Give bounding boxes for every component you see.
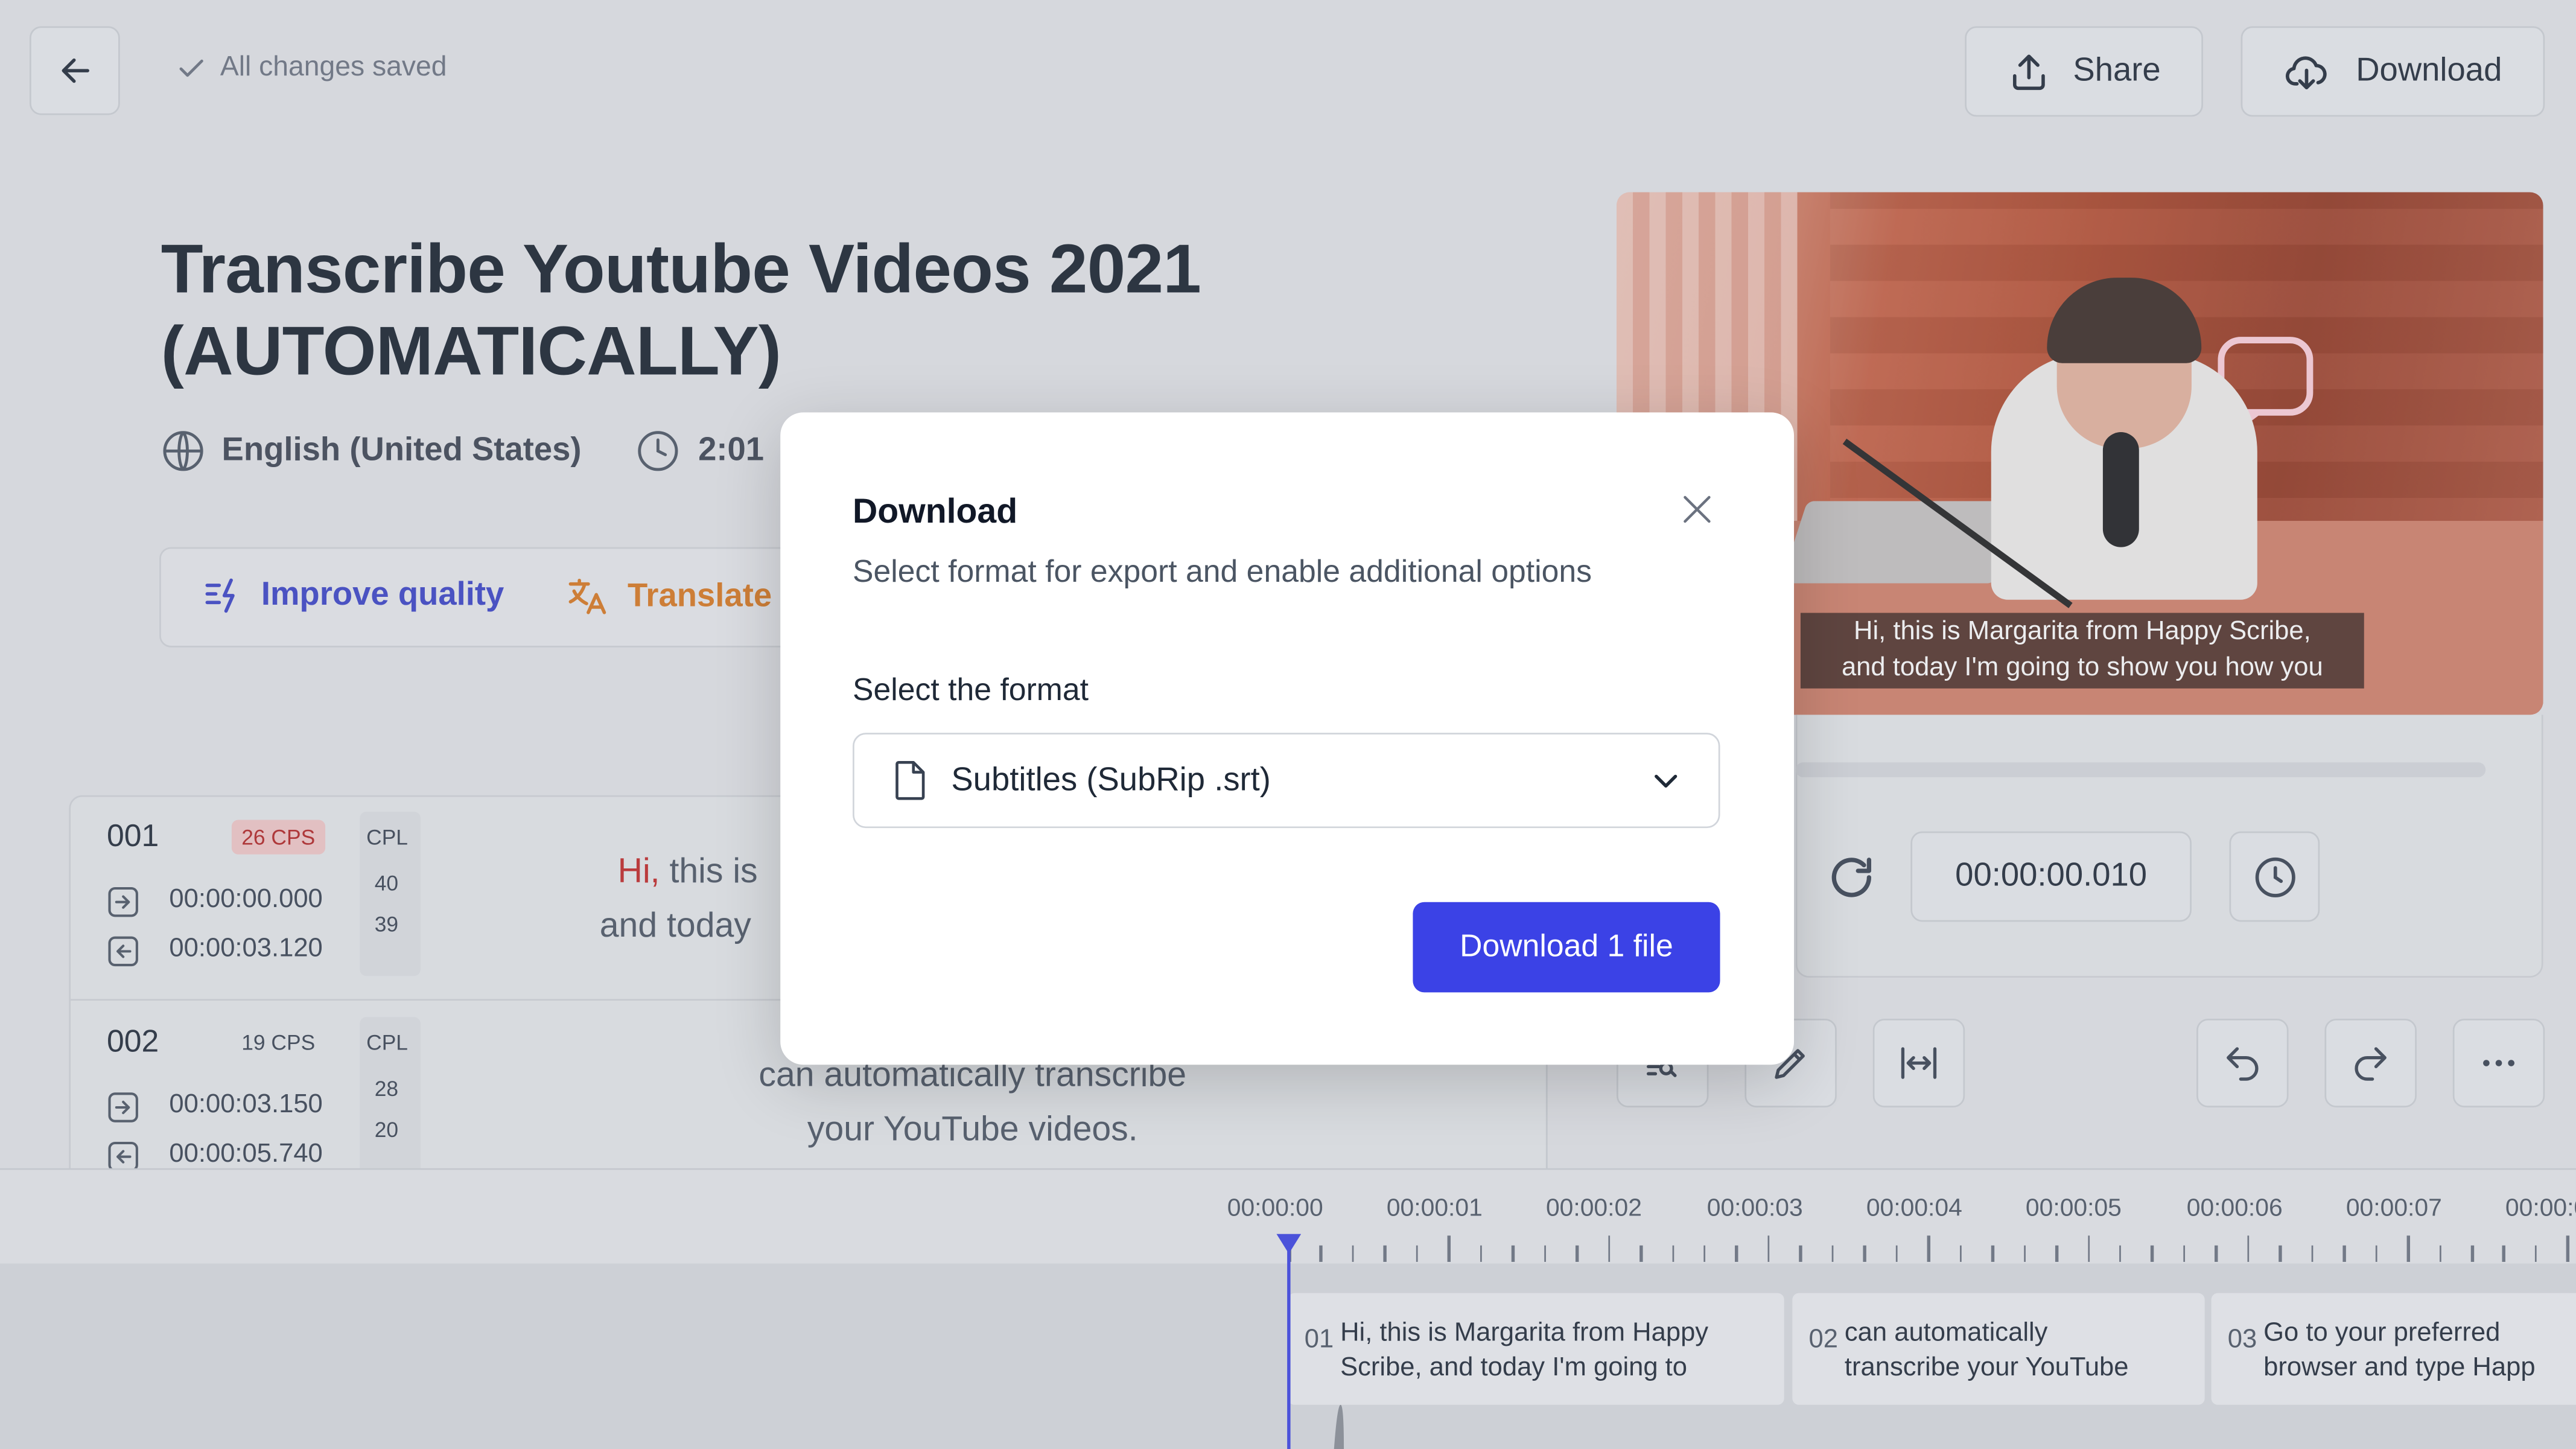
modal-subtitle: Select format for export and enable addi… (853, 555, 1592, 590)
format-label: Select the format (853, 674, 1089, 709)
close-icon[interactable] (1679, 491, 1715, 527)
chevron-down-icon (1655, 774, 1678, 788)
editor-stage: All changes saved Share Download Transcr… (0, 0, 2576, 1449)
format-value: Subtitles (SubRip .srt) (951, 761, 1271, 798)
file-icon (895, 760, 925, 800)
format-select[interactable]: Subtitles (SubRip .srt) (853, 733, 1720, 829)
modal-title: Download (853, 492, 1018, 531)
download-modal: Download Select format for export and en… (780, 412, 1795, 1065)
download-file-button[interactable]: Download 1 file (1413, 902, 1720, 993)
